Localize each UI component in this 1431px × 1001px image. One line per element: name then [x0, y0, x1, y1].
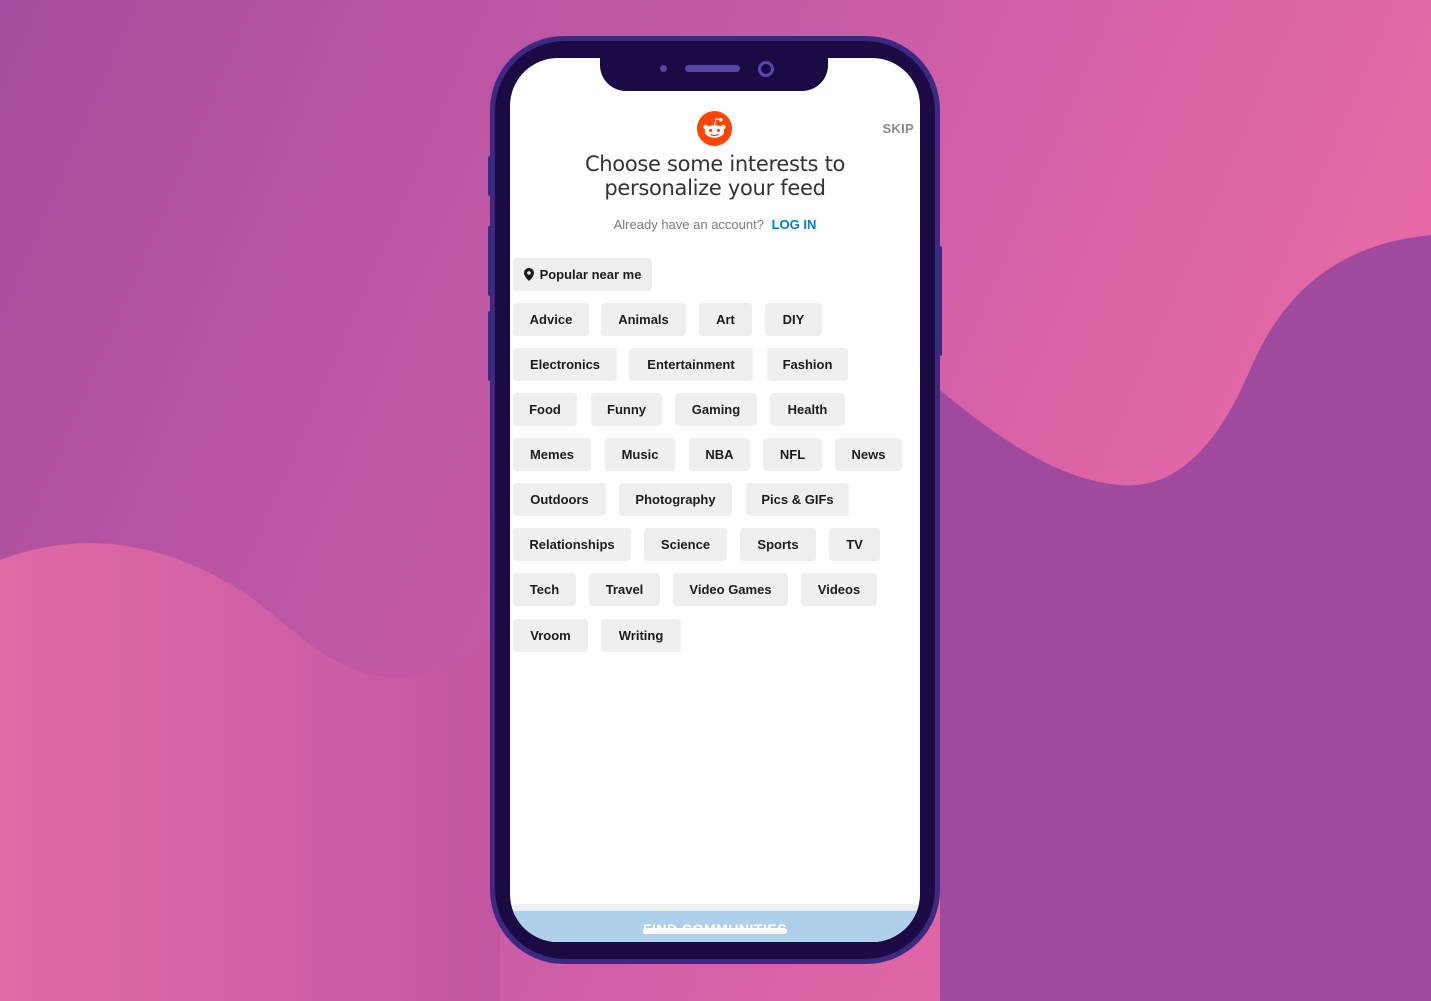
interest-chip[interactable]: Health [770, 393, 845, 426]
interest-chip[interactable]: Memes [513, 438, 591, 471]
login-prompt-text: Already have an account? [613, 217, 764, 232]
page-title-text: Choose some interests to personalize you… [584, 152, 846, 200]
interest-chip[interactable]: Fashion [767, 348, 848, 381]
interest-chip[interactable]: Entertainment [629, 348, 753, 381]
phone-frame: SKIP Choose some interests to personaliz… [488, 36, 942, 964]
interest-chip[interactable]: Science [644, 528, 727, 561]
phone-side-button [488, 156, 492, 196]
interest-chip[interactable]: NFL [763, 438, 822, 471]
interest-chip[interactable]: Video Games [673, 573, 788, 606]
interest-chip[interactable]: Gaming [675, 393, 757, 426]
interest-chip[interactable]: Food [513, 393, 577, 426]
location-pin-icon [523, 267, 534, 281]
interest-chip[interactable]: Advice [513, 303, 589, 336]
interest-chip[interactable]: DIY [765, 303, 822, 336]
interest-chip[interactable]: Vroom [513, 619, 588, 652]
interest-chip[interactable]: TV [829, 528, 880, 561]
interest-chip[interactable]: News [835, 438, 902, 471]
interest-chip[interactable]: NBA [689, 438, 750, 471]
skip-button[interactable]: SKIP [882, 121, 914, 136]
home-indicator[interactable] [643, 928, 787, 934]
log-in-link[interactable]: LOG IN [772, 217, 817, 232]
popular-near-me-label: Popular near me [539, 267, 642, 282]
interest-chip[interactable]: Photography [619, 483, 732, 516]
sensor-dot [660, 65, 667, 72]
speaker-grille [685, 65, 740, 72]
login-prompt: Already have an account? LOG IN [510, 217, 920, 232]
phone-volume-up [488, 226, 492, 296]
interest-chip[interactable]: Relationships [513, 528, 631, 561]
interest-chip[interactable]: Electronics [513, 348, 617, 381]
front-camera [758, 61, 774, 77]
interest-chip[interactable]: Funny [591, 393, 662, 426]
phone-power-button [938, 246, 942, 356]
phone-notch [600, 58, 828, 91]
phone-screen: SKIP Choose some interests to personaliz… [510, 58, 920, 942]
phone-volume-down [488, 311, 492, 381]
interest-chip[interactable]: Animals [601, 303, 686, 336]
interest-chip[interactable]: Art [699, 303, 752, 336]
reddit-logo-icon [697, 111, 732, 146]
interest-chip[interactable]: Pics & GIFs [746, 483, 849, 516]
page-title: Choose some interests to personalize you… [510, 152, 920, 200]
popular-near-me-chip[interactable]: Popular near me [513, 258, 652, 291]
interest-chip[interactable]: Writing [601, 619, 681, 652]
interest-chip[interactable]: Sports [740, 528, 816, 561]
bottom-action-bar: FIND COMMUNITIES [510, 904, 920, 942]
interest-chip[interactable]: Outdoors [513, 483, 606, 516]
interest-chip[interactable]: Videos [801, 573, 877, 606]
interest-chip[interactable]: Music [605, 438, 675, 471]
interest-chip[interactable]: Tech [513, 573, 576, 606]
interest-chip[interactable]: Travel [589, 573, 660, 606]
find-communities-button[interactable]: FIND COMMUNITIES [510, 911, 920, 942]
